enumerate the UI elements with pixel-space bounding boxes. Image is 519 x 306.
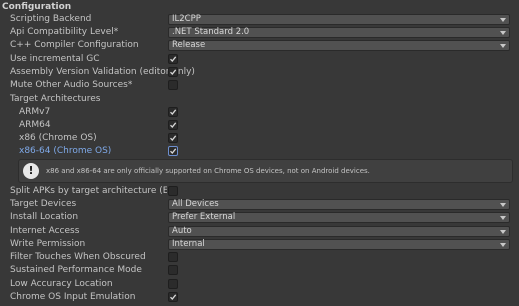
- row-internet-access: Internet Access Auto: [0, 225, 519, 238]
- target-arch-label: Target Architectures: [10, 94, 101, 104]
- row-incremental-gc: Use incremental GC: [0, 53, 519, 66]
- api-compat-dropdown[interactable]: .NET Standard 2.0: [168, 27, 510, 38]
- incremental-gc-label: Use incremental GC: [10, 54, 100, 64]
- write-permission-dropdown[interactable]: Internal: [168, 239, 510, 250]
- row-install-location: Install Location Prefer External: [0, 211, 519, 224]
- checkmark-icon: [170, 109, 177, 115]
- armv7-label: ARMv7: [19, 107, 51, 117]
- row-x86: x86 (Chrome OS): [0, 132, 519, 145]
- arm64-checkbox[interactable]: [168, 120, 178, 130]
- section-title-configuration: Configuration: [2, 2, 72, 12]
- low-accuracy-checkbox[interactable]: [168, 279, 178, 289]
- install-location-dropdown[interactable]: Prefer External: [168, 212, 510, 223]
- checkmark-icon: [170, 122, 177, 128]
- chevron-down-icon: [500, 203, 506, 207]
- chromeos-input-checkbox[interactable]: [168, 292, 178, 302]
- api-compat-label: Api Compatibility Level*: [10, 27, 119, 37]
- checkmark-icon: [170, 294, 177, 300]
- incremental-gc-checkbox[interactable]: [168, 54, 178, 64]
- warning-icon: !: [23, 163, 39, 179]
- chevron-down-icon: [500, 44, 506, 48]
- row-write-permission: Write Permission Internal: [0, 238, 519, 251]
- cpp-config-dropdown[interactable]: Release: [168, 40, 510, 51]
- row-cpp-config: C++ Compiler Configuration Release: [0, 39, 519, 52]
- row-mute-audio: Mute Other Audio Sources*: [0, 79, 519, 92]
- checkmark-icon: [170, 135, 177, 141]
- api-compat-value: .NET Standard 2.0: [172, 27, 250, 37]
- mute-audio-checkbox[interactable]: [168, 80, 178, 90]
- sustained-perf-label: Sustained Performance Mode: [10, 265, 142, 275]
- row-filter-touches: Filter Touches When Obscured: [0, 251, 519, 264]
- x86-64-checkbox[interactable]: [168, 146, 178, 156]
- row-arm64: ARM64: [0, 119, 519, 132]
- scripting-backend-value: IL2CPP: [172, 14, 201, 24]
- internet-access-value: Auto: [172, 226, 192, 236]
- cpp-config-label: C++ Compiler Configuration: [10, 40, 139, 50]
- row-sustained-perf: Sustained Performance Mode: [0, 264, 519, 277]
- armv7-checkbox[interactable]: [168, 107, 178, 117]
- chevron-down-icon: [500, 18, 506, 22]
- filter-touches-label: Filter Touches When Obscured: [10, 252, 146, 262]
- assembly-validation-checkbox[interactable]: [168, 67, 178, 77]
- chevron-down-icon: [500, 230, 506, 234]
- target-devices-label: Target Devices: [10, 199, 77, 209]
- install-location-value: Prefer External: [172, 212, 236, 222]
- checkmark-icon: [170, 148, 177, 154]
- filter-touches-checkbox[interactable]: [168, 252, 178, 262]
- scripting-backend-label: Scripting Backend: [10, 14, 92, 24]
- install-location-label: Install Location: [10, 212, 79, 222]
- x86-label: x86 (Chrome OS): [19, 133, 97, 143]
- x86-64-label: x86-64 (Chrome OS): [19, 146, 112, 156]
- chevron-down-icon: [500, 243, 506, 247]
- x86-checkbox[interactable]: [168, 133, 178, 143]
- row-target-devices: Target Devices All Devices: [0, 198, 519, 211]
- row-low-accuracy: Low Accuracy Location: [0, 278, 519, 291]
- chromeos-input-label: Chrome OS Input Emulation: [10, 292, 136, 302]
- arm64-label: ARM64: [19, 120, 51, 130]
- checkmark-icon: [170, 56, 177, 62]
- chevron-down-icon: [500, 31, 506, 35]
- target-devices-dropdown[interactable]: All Devices: [168, 199, 510, 210]
- mute-audio-label: Mute Other Audio Sources*: [10, 80, 133, 90]
- row-assembly-validation: Assembly Version Validation (editor only…: [0, 66, 519, 79]
- write-permission-label: Write Permission: [10, 239, 86, 249]
- split-apks-label: Split APKs by target architecture (Exper…: [10, 186, 167, 196]
- row-scripting-backend: Scripting Backend IL2CPP: [0, 13, 519, 26]
- split-apks-checkbox[interactable]: [168, 186, 178, 196]
- row-target-arch: Target Architectures: [0, 93, 519, 106]
- row-armv7: ARMv7: [0, 106, 519, 119]
- warning-helpbox: ! x86 and x86-64 are only officially sup…: [18, 159, 513, 183]
- target-devices-value: All Devices: [172, 199, 219, 209]
- checkmark-icon: [170, 69, 177, 75]
- low-accuracy-label: Low Accuracy Location: [10, 279, 113, 289]
- sustained-perf-checkbox[interactable]: [168, 265, 178, 275]
- cpp-config-value: Release: [172, 40, 206, 50]
- row-split-apks: Split APKs by target architecture (Exper…: [0, 185, 519, 198]
- internet-access-dropdown[interactable]: Auto: [168, 226, 510, 237]
- write-permission-value: Internal: [172, 239, 205, 249]
- internet-access-label: Internet Access: [10, 226, 80, 236]
- scripting-backend-dropdown[interactable]: IL2CPP: [168, 14, 510, 25]
- warning-message: x86 and x86-64 are only officially suppo…: [46, 167, 370, 175]
- row-chromeos-input: Chrome OS Input Emulation: [0, 291, 519, 304]
- row-api-compat: Api Compatibility Level* .NET Standard 2…: [0, 26, 519, 39]
- chevron-down-icon: [500, 216, 506, 220]
- row-x86-64: x86-64 (Chrome OS): [0, 145, 519, 158]
